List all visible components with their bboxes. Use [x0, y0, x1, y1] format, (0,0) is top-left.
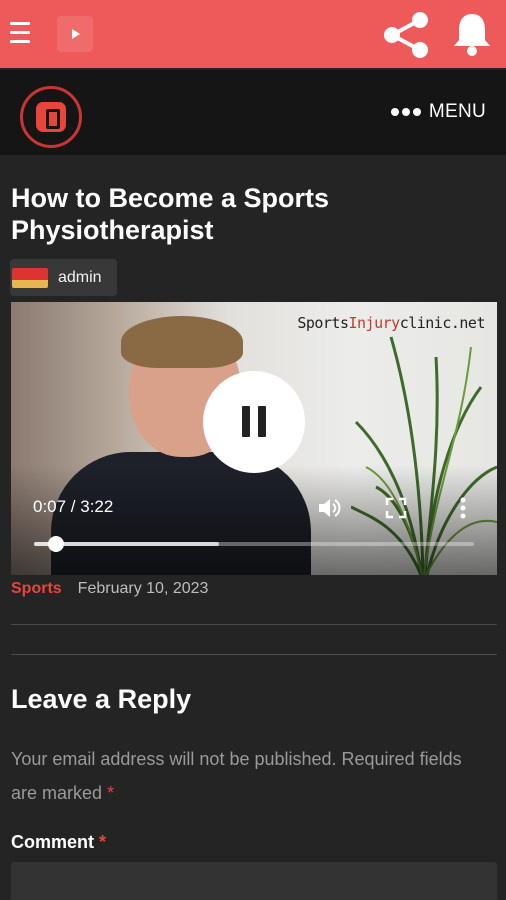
fullscreen-icon[interactable] [383, 495, 409, 521]
video-scrubber-knob[interactable] [48, 536, 64, 552]
bell-icon[interactable] [450, 10, 494, 58]
app-logo-play-icon[interactable] [57, 16, 93, 52]
menu-label: MENU [428, 101, 486, 122]
pause-button[interactable] [203, 371, 305, 473]
comment-textarea[interactable] [11, 862, 497, 900]
hamburger-icon[interactable] [10, 22, 30, 46]
volume-icon[interactable] [316, 495, 342, 521]
video-controls-shade [11, 465, 497, 575]
video-progress-track[interactable] [34, 536, 474, 552]
divider [11, 624, 497, 625]
menu-button[interactable]: MENU [390, 101, 486, 123]
video-player[interactable]: SportsInjuryclinic.net 0:07 / 3:22 [11, 302, 497, 575]
comment-label: Comment * [11, 832, 107, 852]
share-icon[interactable] [380, 10, 432, 60]
site-header: MENU [0, 70, 506, 155]
more-options-icon[interactable] [450, 495, 476, 521]
post-title: How to Become a Sports Physiotherapist [11, 183, 330, 245]
author-chip[interactable]: admin [10, 259, 117, 296]
pause-icon [242, 406, 250, 437]
author-name: admin [58, 268, 102, 286]
video-watermark: SportsInjuryclinic.net [297, 314, 485, 332]
reply-heading: Leave a Reply [11, 684, 192, 714]
category-link[interactable]: Sports [11, 580, 62, 598]
author-avatar [12, 267, 48, 288]
post-meta: Sports February 10, 2023 [11, 580, 208, 598]
site-logo[interactable] [20, 86, 82, 148]
more-dots-icon [390, 108, 421, 116]
video-time: 0:07 / 3:22 [33, 497, 114, 516]
required-mark: * [107, 783, 115, 803]
comment-notes: Your email address will not be published… [11, 749, 462, 803]
divider [11, 654, 497, 655]
app-bar [0, 0, 506, 68]
post-date: February 10, 2023 [77, 580, 209, 597]
